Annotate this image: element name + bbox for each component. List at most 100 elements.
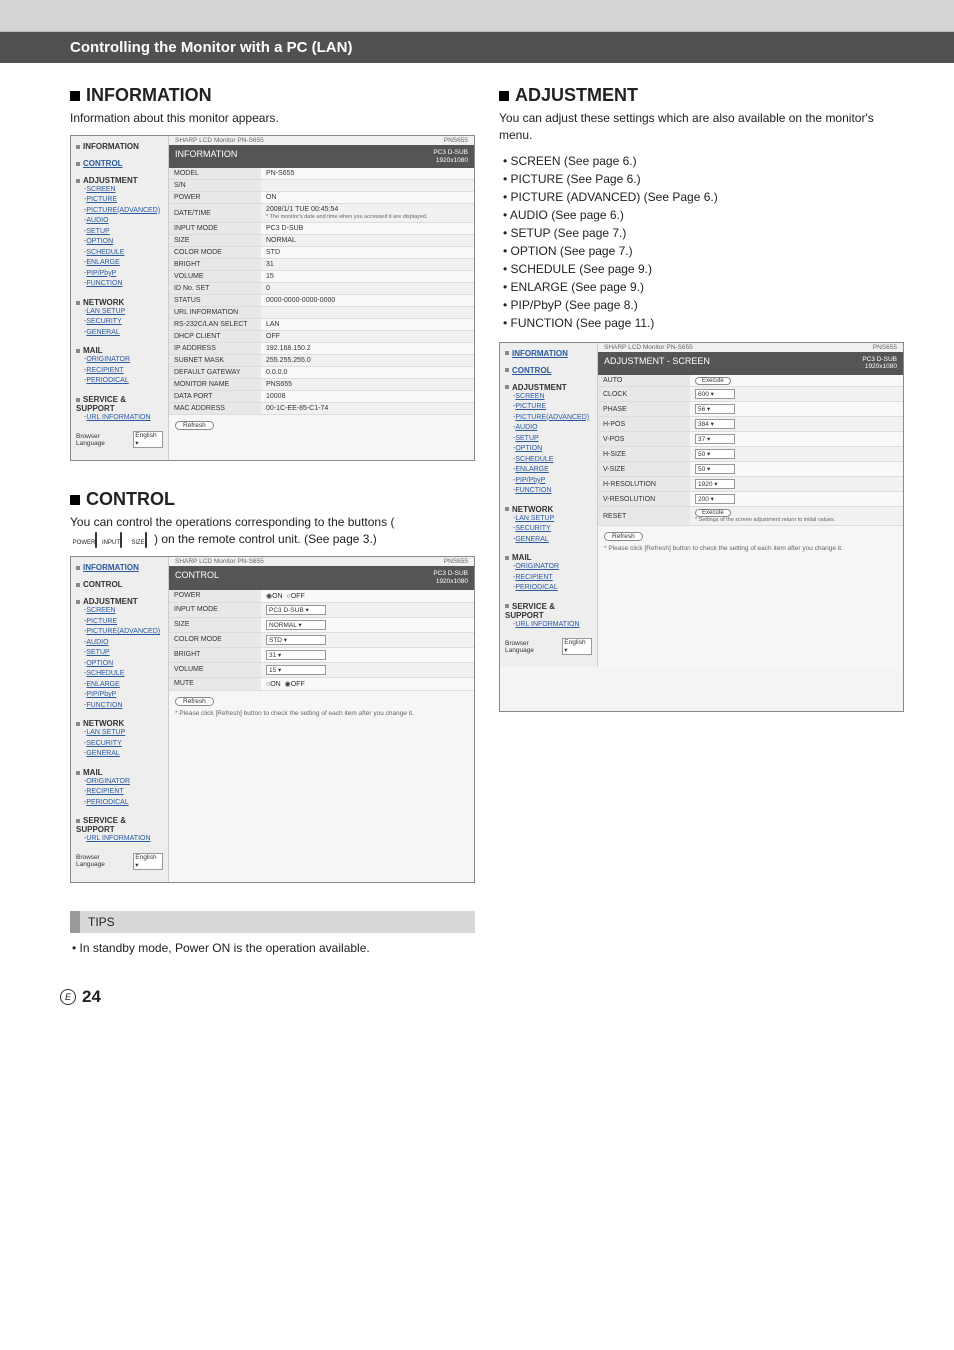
- adjust-label: H-POS: [598, 417, 690, 432]
- sidebar-item[interactable]: SCREEN: [84, 606, 163, 617]
- region-icon: E: [60, 989, 76, 1005]
- sidebar-item[interactable]: PIP/PbyP: [84, 269, 163, 280]
- sidebar-heading[interactable]: CONTROL: [76, 159, 163, 168]
- adjust-label: CLOCK: [598, 387, 690, 402]
- sidebar-item[interactable]: ENLARGE: [84, 680, 163, 691]
- select-input[interactable]: 31 ▾: [266, 650, 326, 660]
- helper-text: * Please click [Refresh] button to check…: [598, 543, 903, 558]
- number-input[interactable]: 1920 ▾: [695, 479, 735, 489]
- select-input[interactable]: NORMAL ▾: [266, 620, 326, 630]
- radio-option[interactable]: ◉ON: [266, 593, 283, 600]
- refresh-button[interactable]: Refresh: [175, 421, 214, 430]
- sidebar-item[interactable]: URL INFORMATION: [513, 620, 592, 631]
- sidebar-item[interactable]: OPTION: [84, 237, 163, 248]
- sidebar-item[interactable]: FUNCTION: [84, 279, 163, 290]
- sidebar-item[interactable]: PICTURE: [84, 617, 163, 628]
- number-input[interactable]: 200 ▾: [695, 494, 735, 504]
- lead-information: Information about this monitor appears.: [70, 110, 475, 127]
- radio-option[interactable]: ◉OFF: [285, 681, 305, 688]
- sidebar-item[interactable]: PERIODICAL: [84, 376, 163, 387]
- sidebar-item[interactable]: LAN SETUP: [84, 307, 163, 318]
- sidebar-item[interactable]: SCHEDULE: [84, 248, 163, 259]
- sidebar-item[interactable]: PERIODICAL: [513, 583, 592, 594]
- sidebar-item[interactable]: ORIGINATOR: [513, 562, 592, 573]
- sidebar-item[interactable]: SCHEDULE: [84, 669, 163, 680]
- sidebar-item[interactable]: PERIODICAL: [84, 798, 163, 809]
- sidebar-item[interactable]: PICTURE(ADVANCED): [84, 627, 163, 638]
- number-input[interactable]: 56 ▾: [695, 404, 735, 414]
- sidebar-item[interactable]: LAN SETUP: [84, 728, 163, 739]
- sidebar-item[interactable]: GENERAL: [513, 535, 592, 546]
- sidebar-item[interactable]: OPTION: [84, 659, 163, 670]
- radio-option[interactable]: ○ON: [266, 681, 281, 688]
- sidebar-item[interactable]: PICTURE(ADVANCED): [513, 413, 592, 424]
- language-select[interactable]: English ▾: [562, 638, 592, 655]
- sidebar-item[interactable]: PICTURE(ADVANCED): [84, 206, 163, 217]
- sidebar-item[interactable]: SETUP: [513, 434, 592, 445]
- sidebar-item[interactable]: SCREEN: [513, 392, 592, 403]
- sidebar-heading[interactable]: INFORMATION: [76, 563, 163, 572]
- info-label: COLOR MODE: [169, 247, 261, 259]
- bullet-item: SCREEN (See page 6.): [503, 152, 904, 170]
- sidebar-item[interactable]: RECIPIENT: [84, 787, 163, 798]
- number-input[interactable]: 384 ▾: [695, 419, 735, 429]
- adjust-value: Execute* Settings of the screen adjustme…: [690, 507, 903, 526]
- sidebar-item[interactable]: SETUP: [84, 648, 163, 659]
- sidebar-item[interactable]: URL INFORMATION: [84, 413, 163, 424]
- sidebar-item[interactable]: FUNCTION: [84, 701, 163, 712]
- sidebar-item[interactable]: SECURITY: [84, 739, 163, 750]
- panel-header: CONTROL PC3 D-SUB1920x1080: [169, 566, 474, 590]
- execute-button[interactable]: Execute: [695, 509, 731, 517]
- sidebar-item[interactable]: ORIGINATOR: [84, 355, 163, 366]
- language-select[interactable]: English ▾: [133, 853, 163, 870]
- select-input[interactable]: PC3 D-SUB ▾: [266, 605, 326, 615]
- sidebar-item[interactable]: SECURITY: [513, 524, 592, 535]
- info-value: OFF: [261, 331, 474, 343]
- select-input[interactable]: 15 ▾: [266, 665, 326, 675]
- execute-button[interactable]: Execute: [695, 377, 731, 385]
- sidebar-item[interactable]: OPTION: [513, 444, 592, 455]
- language-select[interactable]: English ▾: [133, 431, 163, 448]
- number-input[interactable]: 50 ▾: [695, 464, 735, 474]
- sidebar-item[interactable]: SETUP: [84, 227, 163, 238]
- sidebar-heading[interactable]: INFORMATION: [505, 349, 592, 358]
- info-label: STATUS: [169, 295, 261, 307]
- number-input[interactable]: 37 ▾: [695, 434, 735, 444]
- refresh-button[interactable]: Refresh: [604, 532, 643, 541]
- bullet-item: SCHEDULE (See page 9.): [503, 260, 904, 278]
- sidebar-item[interactable]: SCREEN: [84, 185, 163, 196]
- adjust-value: 50 ▾: [690, 447, 903, 462]
- sidebar: INFORMATIONCONTROLADJUSTMENTSCREENPICTUR…: [71, 557, 169, 882]
- control-label: SIZE: [169, 617, 261, 632]
- sidebar-item[interactable]: PICTURE: [513, 402, 592, 413]
- sidebar-item[interactable]: SCHEDULE: [513, 455, 592, 466]
- sidebar-item[interactable]: LAN SETUP: [513, 514, 592, 525]
- number-input[interactable]: 600 ▾: [695, 389, 735, 399]
- info-label: URL INFORMATION: [169, 307, 261, 319]
- select-input[interactable]: STD ▾: [266, 635, 326, 645]
- sidebar-item[interactable]: PICTURE: [84, 195, 163, 206]
- number-input[interactable]: 50 ▾: [695, 449, 735, 459]
- sidebar-item[interactable]: GENERAL: [84, 328, 163, 339]
- page-number: 24: [82, 987, 101, 1007]
- sidebar-item[interactable]: ENLARGE: [513, 465, 592, 476]
- sidebar-item[interactable]: FUNCTION: [513, 486, 592, 497]
- sidebar-heading: NETWORK: [76, 719, 163, 728]
- sidebar-item[interactable]: GENERAL: [84, 749, 163, 760]
- sidebar-item[interactable]: URL INFORMATION: [84, 834, 163, 845]
- sidebar-item[interactable]: RECIPIENT: [513, 573, 592, 584]
- sidebar-item[interactable]: AUDIO: [84, 216, 163, 227]
- sidebar-item[interactable]: SECURITY: [84, 317, 163, 328]
- sidebar-item[interactable]: PIP/PbyP: [84, 690, 163, 701]
- sidebar-item[interactable]: ORIGINATOR: [84, 777, 163, 788]
- sidebar-item[interactable]: ENLARGE: [84, 258, 163, 269]
- sidebar-item[interactable]: PIP/PbyP: [513, 476, 592, 487]
- radio-option[interactable]: ○OFF: [287, 593, 305, 600]
- sidebar-item[interactable]: AUDIO: [84, 638, 163, 649]
- sidebar-heading[interactable]: CONTROL: [505, 366, 592, 375]
- info-value: 2008/1/1 TUE 00:45:54* The monitor's dat…: [261, 204, 474, 223]
- sidebar-item[interactable]: RECIPIENT: [84, 366, 163, 377]
- sidebar-item[interactable]: AUDIO: [513, 423, 592, 434]
- sidebar-heading: MAIL: [505, 553, 592, 562]
- refresh-button[interactable]: Refresh: [175, 697, 214, 706]
